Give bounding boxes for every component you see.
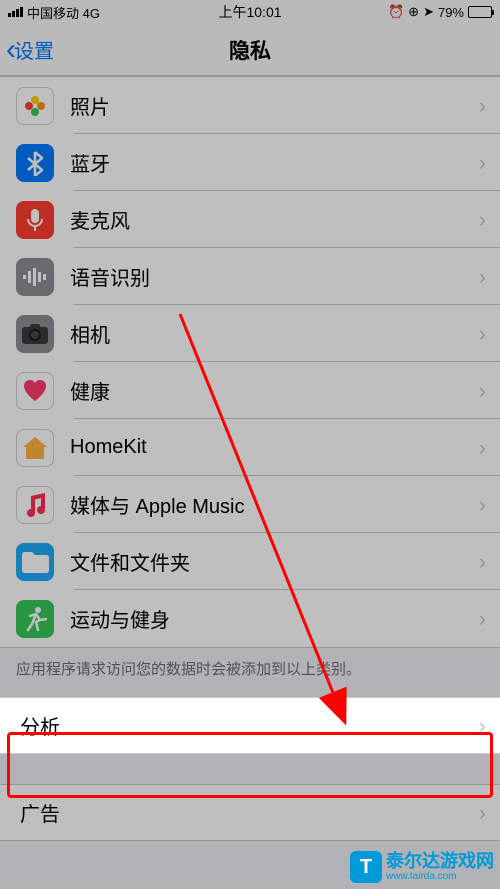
fitness-icon [16, 600, 54, 638]
row-label: 文件和文件夹 [70, 547, 479, 576]
chevron-right-icon: › [479, 713, 500, 739]
chevron-right-icon: › [479, 800, 500, 826]
row-media[interactable]: 媒体与 Apple Music› [0, 476, 500, 533]
chevron-right-icon: › [479, 321, 500, 347]
carrier-label: 中国移动 4G [27, 3, 100, 22]
page-title: 隐私 [229, 35, 271, 65]
nav-bar: ‹ 设置 隐私 [0, 24, 500, 76]
row-label: 蓝牙 [70, 148, 479, 177]
status-time: 上午10:01 [218, 2, 281, 22]
alarm-icon: ⏰ [388, 4, 404, 20]
row-label: 分析 [20, 711, 479, 740]
homekit-icon [16, 429, 54, 467]
chevron-right-icon: › [479, 93, 500, 119]
row-photos[interactable]: 照片› [0, 77, 500, 134]
row-microphone[interactable]: 麦克风› [0, 191, 500, 248]
chevron-right-icon: › [479, 378, 500, 404]
row-label: 广告 [20, 798, 479, 827]
files-icon [16, 543, 54, 581]
camera-icon [16, 315, 54, 353]
row-label: 语音识别 [70, 262, 479, 291]
chevron-right-icon: › [479, 549, 500, 575]
chevron-right-icon: › [479, 435, 500, 461]
back-label: 设置 [14, 35, 54, 64]
bluetooth-icon [16, 144, 54, 182]
microphone-icon [16, 201, 54, 239]
watermark-main: 泰尔达游戏网 [386, 852, 494, 872]
row-label: 相机 [70, 319, 479, 348]
row-label: 照片 [70, 91, 479, 120]
row-bluetooth[interactable]: 蓝牙› [0, 134, 500, 191]
list-footer: 应用程序请求访问您的数据时会被添加到以上类别。 [0, 648, 500, 697]
row-label: HomeKit [70, 436, 479, 459]
row-label: 麦克风 [70, 205, 479, 234]
chevron-right-icon: › [479, 606, 500, 632]
row-homekit[interactable]: HomeKit› [0, 419, 500, 476]
row-label: 健康 [70, 376, 479, 405]
back-button[interactable]: ‹ 设置 [6, 35, 54, 65]
location-icon: ➤ [423, 4, 434, 20]
row-label: 媒体与 Apple Music [70, 490, 479, 519]
row-ads[interactable]: 广告› [0, 784, 500, 841]
chevron-right-icon: › [479, 207, 500, 233]
health-icon [16, 372, 54, 410]
row-speech[interactable]: 语音识别› [0, 248, 500, 305]
signal-icon [8, 7, 23, 17]
chevron-right-icon: › [479, 264, 500, 290]
chevron-right-icon: › [479, 150, 500, 176]
battery-pct: 79% [438, 5, 464, 20]
photos-icon [16, 87, 54, 125]
row-fitness[interactable]: 运动与健身› [0, 590, 500, 647]
row-label: 运动与健身 [70, 604, 479, 633]
speech-icon [16, 258, 54, 296]
media-icon [16, 486, 54, 524]
row-health[interactable]: 健康› [0, 362, 500, 419]
watermark-sub: www.tairda.com [386, 871, 494, 882]
row-camera[interactable]: 相机› [0, 305, 500, 362]
chevron-right-icon: › [479, 492, 500, 518]
status-left: 中国移动 4G [8, 3, 100, 22]
row-files[interactable]: 文件和文件夹› [0, 533, 500, 590]
privacy-list: 照片›蓝牙›麦克风›语音识别›相机›健康›HomeKit›媒体与 Apple M… [0, 76, 500, 648]
status-right: ⏰ ⊕ ➤ 79% [388, 4, 492, 20]
watermark-logo: T [350, 851, 382, 883]
battery-icon [468, 6, 492, 18]
row-analytics[interactable]: 分析› [0, 697, 500, 754]
rotation-lock-icon: ⊕ [408, 4, 419, 20]
status-bar: 中国移动 4G 上午10:01 ⏰ ⊕ ➤ 79% [0, 0, 500, 24]
watermark: T 泰尔达游戏网 www.tairda.com [350, 851, 494, 883]
